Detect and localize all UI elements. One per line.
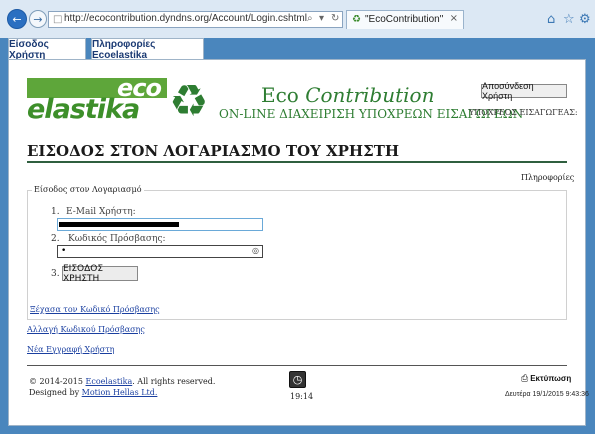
obligated-importer-label: ΥΠΟΧΡΕΟΣ ΕΙΣΑΓΩΓΕΑΣ: [469, 108, 578, 117]
copyright-suffix: . All rights reserved. [132, 377, 216, 386]
designed-prefix: Designed by [29, 388, 80, 397]
browser-tab[interactable]: ♻ "EcoContribution" × [346, 10, 464, 29]
password-value: • [61, 246, 67, 256]
password-label: Κωδικός Πρόσβασης: [68, 234, 166, 244]
back-arrow-icon[interactable]: ← [7, 9, 27, 29]
password-field[interactable]: • ◎ [57, 245, 263, 258]
printer-icon: ⎙ [521, 374, 529, 384]
copyright: © 2014-2015 Ecoelastika. All rights rese… [29, 377, 215, 386]
title-divider [27, 161, 567, 163]
print-label: Εκτύπωση [530, 374, 572, 383]
designed-by: Designed by Motion Hellas Ltd. [29, 388, 157, 397]
password-step-number: 2. [51, 234, 60, 244]
email-step-number: 1. [51, 207, 60, 217]
motion-hellas-link[interactable]: Motion Hellas Ltd. [82, 388, 158, 397]
page-title: ΕΙΣΟΔΟΣ ΣΤΟΝ ΛΟΓΑΡΙΑΣΜΟ ΤΟΥ ΧΡΗΣΤΗ [27, 142, 400, 160]
refresh-icon[interactable]: ↻ [331, 13, 339, 24]
register-link[interactable]: Νέα Εγγραφή Χρήστη [27, 345, 114, 354]
address-url: http://ecocontribution.dyndns.org/Accoun… [64, 13, 307, 24]
forward-arrow-icon[interactable]: → [29, 10, 47, 28]
dropdown-icon[interactable]: ▾ [319, 13, 324, 24]
login-fieldset: Είσοδος στον Λογαριασμό 1. E-Mail Χρήστη… [27, 185, 567, 320]
brand-title: Eco Contribution [261, 83, 434, 107]
browser-tab-title: "EcoContribution" [365, 14, 444, 25]
logo-elastika: elastika [27, 94, 140, 125]
print-link[interactable]: ⎙ Εκτύπωση [521, 374, 571, 384]
clock-time: 19:14 [290, 392, 314, 401]
tab-user-login[interactable]: Είσοδος Χρήστη [8, 38, 86, 61]
home-icon[interactable]: ⌂ [547, 12, 555, 27]
tab-ecoelastika-info[interactable]: Πληροφορίες Ecoelastika [91, 38, 204, 61]
email-field[interactable] [57, 218, 263, 231]
brand-suffix: Contribution [305, 83, 435, 107]
page-viewport: Είσοδος Χρήστη Πληροφορίες Ecoelastika e… [0, 38, 595, 434]
search-icon[interactable]: ⌕ [307, 13, 313, 24]
footer-divider [27, 365, 567, 366]
reveal-password-icon[interactable]: ◎ [252, 246, 259, 255]
recycle-icon: ♻ [352, 14, 361, 25]
current-datetime: Δευτέρα 19/1/2015 9:43:36 [505, 391, 589, 398]
info-link[interactable]: Πληροφορίες [521, 173, 574, 182]
ecoelastika-link[interactable]: Ecoelastika [86, 377, 133, 386]
address-bar[interactable]: □ http://ecocontribution.dyndns.org/Acco… [48, 11, 343, 28]
gear-icon[interactable]: ⚙ [579, 12, 591, 27]
recycle-icon: ♻ [169, 76, 209, 127]
login-button[interactable]: ΕΙΣΟΔΟΣ ΧΡΗΣΤΗ [62, 264, 138, 284]
submit-step-number: 3. [51, 269, 60, 279]
page-icon: □ [53, 14, 63, 25]
main-panel: eco elastika ♻ Eco Contribution ON-LINE … [8, 59, 589, 426]
brand-prefix: Eco [261, 83, 299, 107]
fieldset-legend: Είσοδος στον Λογαριασμό [32, 185, 144, 194]
close-icon[interactable]: × [450, 13, 458, 24]
change-password-link[interactable]: Αλλαγή Κωδικού Πρόσβασης [27, 325, 145, 334]
logout-button[interactable]: Αποσύνδεση Χρήστη [481, 81, 567, 101]
copyright-prefix: © 2014-2015 [29, 377, 83, 386]
browser-chrome: ← → □ http://ecocontribution.dyndns.org/… [0, 0, 595, 39]
forgot-password-link[interactable]: Ξέχασα τον Κωδικό Πρόσβασης [30, 305, 160, 314]
redacted-email [59, 222, 179, 227]
clock-icon: ◷ [289, 371, 306, 388]
email-label: E-Mail Χρήστη: [66, 207, 136, 217]
star-icon[interactable]: ☆ [563, 12, 575, 27]
